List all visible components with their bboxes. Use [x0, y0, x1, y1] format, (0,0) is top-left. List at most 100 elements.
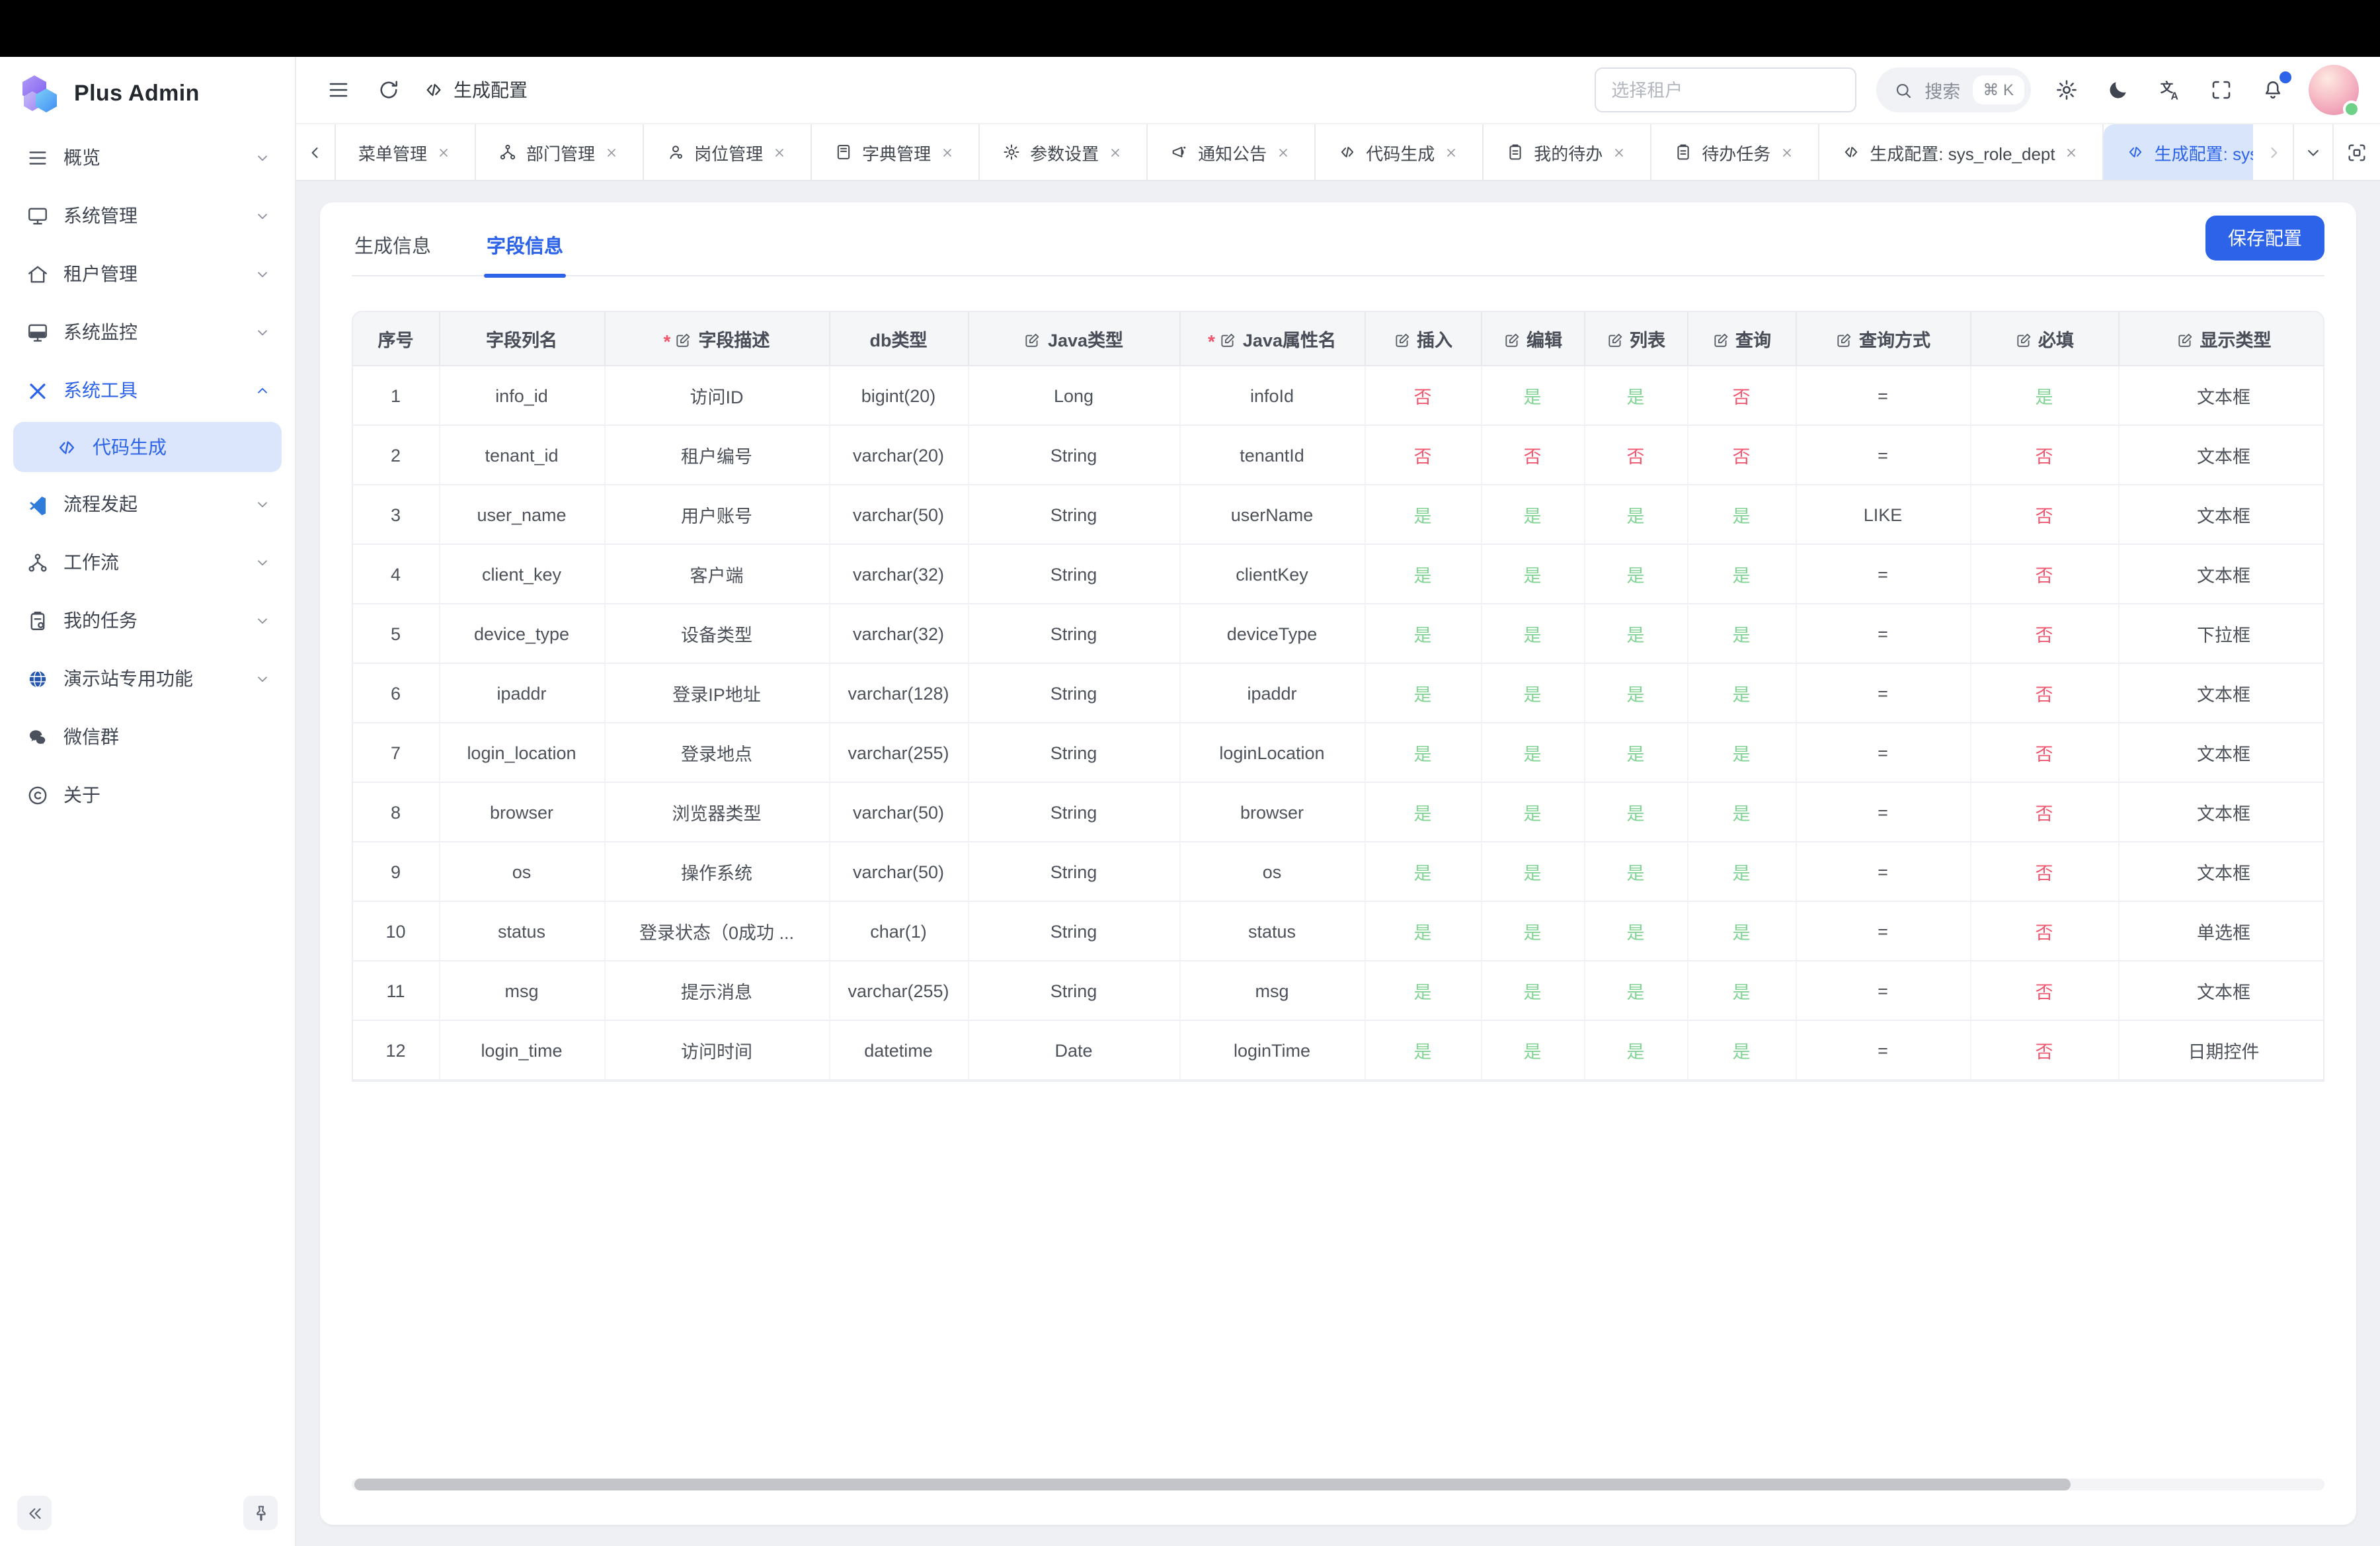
cell-java_field[interactable]: userName — [1179, 485, 1365, 544]
language-button[interactable]: 文A — [2154, 74, 2186, 106]
cell-column_comment[interactable]: 租户编号 — [604, 425, 829, 485]
cell-query_type[interactable]: = — [1796, 1020, 1970, 1080]
cell-query_type[interactable]: = — [1796, 842, 1970, 901]
sidebar-item[interactable]: 关于 — [13, 768, 282, 821]
cell-java_type[interactable]: String — [968, 782, 1179, 842]
sidebar-item[interactable]: 我的任务 — [13, 594, 282, 647]
cell-column_comment[interactable]: 操作系统 — [604, 842, 829, 901]
tabs-scroll-right-button[interactable] — [2253, 124, 2293, 180]
cell-java_field[interactable]: loginTime — [1179, 1020, 1365, 1080]
cell-query[interactable]: 是 — [1687, 842, 1796, 901]
cell-edit[interactable]: 是 — [1481, 544, 1584, 604]
tenant-select-input[interactable] — [1594, 67, 1856, 112]
cell-query[interactable]: 是 — [1687, 485, 1796, 544]
page-tab[interactable]: 我的待办 — [1484, 124, 1651, 180]
cell-required[interactable]: 否 — [1970, 604, 2118, 663]
cell-edit[interactable]: 是 — [1481, 842, 1584, 901]
close-icon[interactable] — [1612, 145, 1628, 159]
cell-insert[interactable]: 是 — [1365, 723, 1481, 782]
cell-required[interactable]: 否 — [1970, 901, 2118, 961]
notifications-button[interactable] — [2257, 74, 2289, 106]
close-icon[interactable] — [436, 145, 452, 159]
tabs-dropdown-button[interactable] — [2293, 124, 2332, 180]
cell-query_type[interactable]: = — [1796, 425, 1970, 485]
cell-html_type[interactable]: 单选框 — [2118, 901, 2324, 961]
cell-query_type[interactable]: = — [1796, 544, 1970, 604]
page-tab[interactable]: 菜单管理 — [336, 124, 476, 180]
cell-column_comment[interactable]: 浏览器类型 — [604, 782, 829, 842]
page-tab[interactable]: 参数设置 — [980, 124, 1148, 180]
settings-button[interactable] — [2051, 74, 2082, 106]
cell-edit[interactable]: 是 — [1481, 901, 1584, 961]
cell-insert[interactable]: 是 — [1365, 1020, 1481, 1080]
cell-required[interactable]: 否 — [1970, 961, 2118, 1020]
cell-html_type[interactable]: 文本框 — [2118, 842, 2324, 901]
cell-insert[interactable]: 是 — [1365, 544, 1481, 604]
cell-column_comment[interactable]: 登录状态（0成功 ... — [604, 901, 829, 961]
sidebar-item[interactable]: 工作流 — [13, 536, 282, 589]
cell-edit[interactable]: 是 — [1481, 604, 1584, 663]
cell-edit[interactable]: 是 — [1481, 663, 1584, 723]
theme-toggle-button[interactable] — [2102, 74, 2134, 106]
cell-list[interactable]: 是 — [1584, 485, 1687, 544]
cell-column_comment[interactable]: 访问ID — [604, 366, 829, 425]
close-icon[interactable] — [604, 145, 620, 159]
cell-java_type[interactable]: String — [968, 485, 1179, 544]
cell-edit[interactable]: 是 — [1481, 1020, 1584, 1080]
cell-html_type[interactable]: 文本框 — [2118, 485, 2324, 544]
cell-column_comment[interactable]: 客户端 — [604, 544, 829, 604]
sidebar-item[interactable]: 租户管理 — [13, 247, 282, 300]
close-icon[interactable] — [1276, 145, 1292, 159]
cell-column_comment[interactable]: 访问时间 — [604, 1020, 829, 1080]
cell-java_field[interactable]: loginLocation — [1179, 723, 1365, 782]
sidebar-item[interactable]: 微信群 — [13, 710, 282, 763]
close-icon[interactable] — [1444, 145, 1460, 159]
cell-required[interactable]: 否 — [1970, 544, 2118, 604]
page-tab[interactable]: 字典管理 — [812, 124, 980, 180]
cell-html_type[interactable]: 日期控件 — [2118, 1020, 2324, 1080]
cell-list[interactable]: 是 — [1584, 723, 1687, 782]
page-tab[interactable]: 通知公告 — [1148, 124, 1316, 180]
cell-query[interactable]: 是 — [1687, 782, 1796, 842]
cell-required[interactable]: 否 — [1970, 425, 2118, 485]
cell-required[interactable]: 否 — [1970, 485, 2118, 544]
cell-column_comment[interactable]: 提示消息 — [604, 961, 829, 1020]
cell-list[interactable]: 是 — [1584, 663, 1687, 723]
refresh-button[interactable] — [373, 74, 405, 106]
cell-query[interactable]: 是 — [1687, 544, 1796, 604]
content-maximize-button[interactable] — [2332, 124, 2380, 180]
sidebar-subitem[interactable]: 代码生成 — [13, 422, 282, 472]
cell-edit[interactable]: 是 — [1481, 366, 1584, 425]
cell-insert[interactable]: 否 — [1365, 366, 1481, 425]
cell-required[interactable]: 否 — [1970, 842, 2118, 901]
cell-html_type[interactable]: 文本框 — [2118, 544, 2324, 604]
cell-html_type[interactable]: 文本框 — [2118, 723, 2324, 782]
cell-edit[interactable]: 是 — [1481, 485, 1584, 544]
cell-list[interactable]: 是 — [1584, 604, 1687, 663]
sidebar-item[interactable]: 系统工具 — [13, 364, 282, 417]
page-tab[interactable]: 代码生成 — [1316, 124, 1484, 180]
cell-query[interactable]: 是 — [1687, 961, 1796, 1020]
cell-java_field[interactable]: status — [1179, 901, 1365, 961]
cell-java_type[interactable]: String — [968, 544, 1179, 604]
page-tab[interactable]: 岗位管理 — [644, 124, 812, 180]
cell-insert[interactable]: 是 — [1365, 604, 1481, 663]
cell-java_type[interactable]: Long — [968, 366, 1179, 425]
cell-java_type[interactable]: String — [968, 604, 1179, 663]
cell-java_type[interactable]: String — [968, 425, 1179, 485]
cell-java_field[interactable]: msg — [1179, 961, 1365, 1020]
cell-html_type[interactable]: 文本框 — [2118, 782, 2324, 842]
cell-required[interactable]: 是 — [1970, 366, 2118, 425]
cell-java_type[interactable]: Date — [968, 1020, 1179, 1080]
cell-list[interactable]: 是 — [1584, 366, 1687, 425]
cell-column_comment[interactable]: 登录地点 — [604, 723, 829, 782]
cell-java_field[interactable]: ipaddr — [1179, 663, 1365, 723]
cell-required[interactable]: 否 — [1970, 782, 2118, 842]
close-icon[interactable] — [1108, 145, 1124, 159]
sidebar-toggle-button[interactable] — [323, 74, 354, 106]
cell-java_type[interactable]: String — [968, 901, 1179, 961]
page-tab[interactable]: 生成配置: sys_lo — [2104, 124, 2253, 180]
page-tab[interactable]: 待办任务 — [1651, 124, 1819, 180]
cell-java_type[interactable]: String — [968, 723, 1179, 782]
close-icon[interactable] — [772, 145, 788, 159]
